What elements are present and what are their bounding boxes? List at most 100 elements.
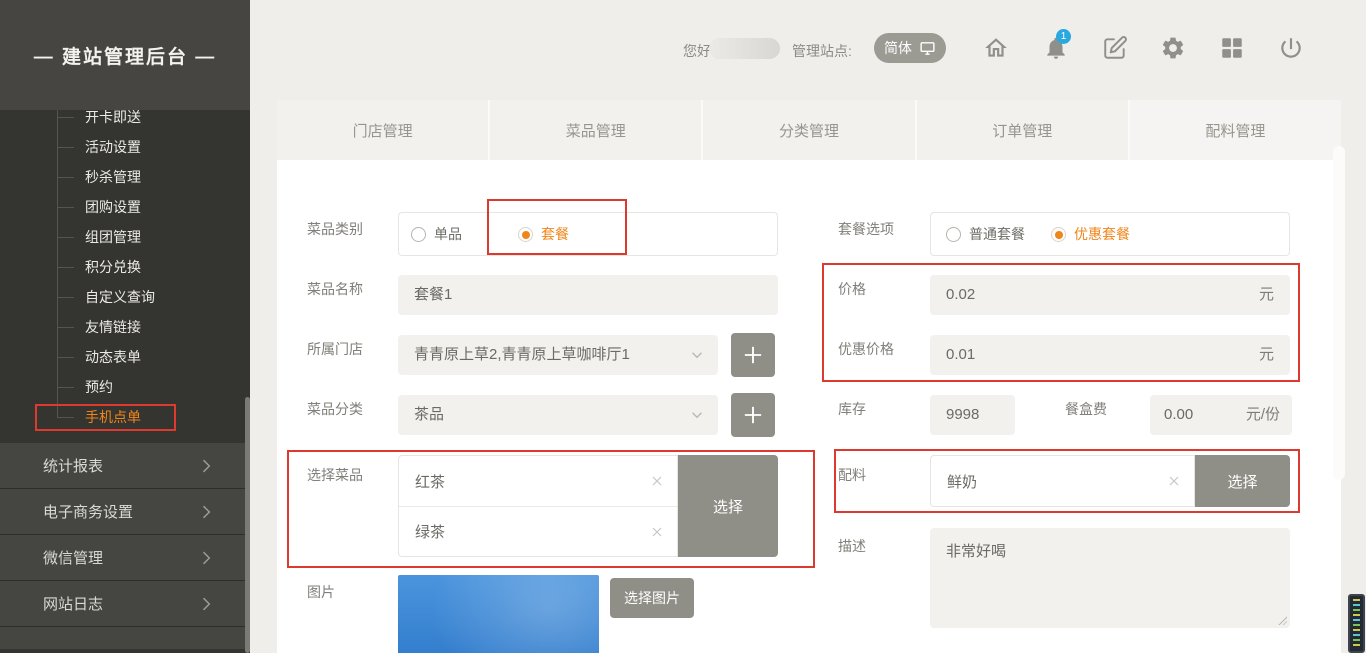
combo-radio-group: 普通套餐 优惠套餐 [930, 212, 1290, 256]
add-class-button[interactable] [731, 393, 775, 437]
tab-order-mgmt[interactable]: 订单管理 [917, 100, 1130, 160]
image-label: 图片 [307, 582, 335, 602]
sidebar-groups: 统计报表 电子商务设置 微信管理 网站日志 [0, 443, 250, 649]
language-button[interactable]: 简体 [874, 33, 946, 63]
selected-dishes-list: 红茶 绿茶 [398, 455, 678, 557]
dish-image-thumbnail [398, 575, 599, 653]
sidebar-item-points[interactable]: 积分兑换 [0, 252, 250, 282]
combo-option-label: 套餐选项 [838, 219, 894, 239]
sidebar-item-custom-query[interactable]: 自定义查询 [0, 282, 250, 312]
discount-price-input[interactable]: 0.01 元 [930, 335, 1290, 375]
sidebar-group-ecommerce[interactable]: 电子商务设置 [0, 489, 250, 535]
dish-item-label: 绿茶 [415, 521, 445, 542]
chevron-right-icon [196, 456, 216, 476]
radio-discount-combo[interactable]: 优惠套餐 [1051, 213, 1130, 255]
dish-item-label: 红茶 [415, 471, 445, 492]
sidebar-group-stats[interactable]: 统计报表 [0, 443, 250, 489]
page-scrollbar[interactable] [1333, 146, 1345, 480]
chevron-right-icon [196, 502, 216, 522]
power-icon[interactable] [1278, 35, 1304, 61]
stock-input[interactable]: 9998 [930, 395, 1015, 435]
select-dishes-button[interactable]: 选择 [678, 455, 778, 557]
annotation-box-mobile-order [35, 404, 176, 431]
radio-label: 普通套餐 [969, 224, 1025, 244]
boxfee-label: 餐盒费 [1065, 399, 1107, 419]
store-value: 青青原上草2,青青原上草咖啡厅1 [414, 346, 630, 363]
store-select[interactable]: 青青原上草2,青青原上草咖啡厅1 [398, 335, 718, 375]
dish-class-select[interactable]: 茶品 [398, 395, 718, 435]
tab-category-mgmt[interactable]: 分类管理 [703, 100, 916, 160]
sidebar-scrollbar[interactable] [245, 397, 250, 653]
chevron-right-icon [196, 548, 216, 568]
home-icon[interactable] [983, 35, 1009, 61]
dish-class-value: 茶品 [414, 406, 444, 423]
radio-combo-dish[interactable]: 套餐 [518, 213, 569, 255]
ingredient-list: 鲜奶 [930, 455, 1195, 507]
close-icon[interactable] [649, 524, 665, 540]
radio-label: 单品 [434, 224, 462, 244]
price-input[interactable]: 0.02 元 [930, 275, 1290, 315]
sidebar-group-sitelog[interactable]: 网站日志 [0, 581, 250, 627]
grid-icon[interactable] [1219, 35, 1245, 61]
add-store-button[interactable] [731, 333, 775, 377]
dish-type-radio-group: 单品 套餐 [398, 212, 778, 256]
sidebar-item-activity[interactable]: 活动设置 [0, 132, 250, 162]
site-label: 管理站点: [792, 41, 852, 61]
gear-icon[interactable] [1160, 35, 1186, 61]
description-value: 非常好喝 [946, 543, 1006, 560]
tab-dish-mgmt[interactable]: 菜品管理 [490, 100, 703, 160]
group-label: 网站日志 [43, 593, 103, 614]
plus-icon [739, 341, 767, 369]
boxfee-unit: 元/份 [1246, 395, 1280, 435]
language-label: 简体 [884, 38, 912, 58]
chevron-right-icon [196, 594, 216, 614]
boxfee-input[interactable]: 0.00 元/份 [1150, 395, 1292, 435]
radio-label: 优惠套餐 [1074, 224, 1130, 244]
close-icon[interactable] [1166, 473, 1182, 489]
resize-handle[interactable] [1277, 615, 1287, 625]
corner-widget[interactable] [1348, 594, 1365, 653]
sidebar-item-group-mgmt[interactable]: 组团管理 [0, 222, 250, 252]
dish-item-black-tea: 红茶 [399, 456, 677, 506]
ingredient-item-milk: 鲜奶 [931, 456, 1194, 506]
sidebar-item-booking[interactable]: 预约 [0, 372, 250, 402]
price-unit: 元 [1259, 275, 1274, 315]
tab-ingredient-mgmt[interactable]: 配料管理 [1130, 100, 1341, 160]
store-label: 所属门店 [307, 339, 363, 359]
sidebar-filler-row [0, 627, 250, 649]
description-textarea[interactable]: 非常好喝 [930, 528, 1290, 628]
app-title: — 建站管理后台 — [0, 0, 250, 110]
radio-single-dish[interactable]: 单品 [411, 213, 462, 255]
sidebar-item-groupbuy[interactable]: 团购设置 [0, 192, 250, 222]
sidebar-item-seckill[interactable]: 秒杀管理 [0, 162, 250, 192]
sidebar-group-wechat[interactable]: 微信管理 [0, 535, 250, 581]
dish-class-label: 菜品分类 [307, 399, 363, 419]
dish-name-input[interactable]: 套餐1 [398, 275, 778, 315]
sidebar-tree: 开卡即送 活动设置 秒杀管理 团购设置 组团管理 积分兑换 自定义查询 友情链接… [0, 102, 250, 432]
edit-icon[interactable] [1102, 35, 1128, 61]
group-label: 电子商务设置 [43, 501, 133, 522]
radio-normal-combo[interactable]: 普通套餐 [946, 213, 1025, 255]
chevron-down-icon [688, 406, 706, 424]
dish-category-type-label: 菜品类别 [307, 219, 363, 239]
select-ingredient-button[interactable]: 选择 [1195, 455, 1290, 507]
main-panel: 门店管理 菜品管理 分类管理 订单管理 配料管理 菜品类别 单品 套餐 菜品名称… [277, 100, 1341, 653]
radio-circle [1051, 227, 1066, 242]
corner-widget-lines [1353, 599, 1360, 648]
select-dishes-label: 选择菜品 [307, 465, 363, 485]
radio-circle [518, 227, 533, 242]
tab-bar: 门店管理 菜品管理 分类管理 订单管理 配料管理 [277, 100, 1341, 160]
monitor-icon [919, 40, 936, 57]
sidebar-item-dynamic-form[interactable]: 动态表单 [0, 342, 250, 372]
notification-badge: 1 [1056, 29, 1071, 44]
chevron-down-icon [688, 346, 706, 364]
radio-circle [946, 227, 961, 242]
ingredient-item-label: 鲜奶 [947, 471, 977, 492]
tab-store-mgmt[interactable]: 门店管理 [277, 100, 490, 160]
select-image-button[interactable]: 选择图片 [610, 578, 694, 618]
close-icon[interactable] [649, 473, 665, 489]
dish-item-green-tea: 绿茶 [399, 506, 677, 556]
stock-label: 库存 [838, 399, 866, 419]
sidebar-item-links[interactable]: 友情链接 [0, 312, 250, 342]
radio-circle [411, 227, 426, 242]
